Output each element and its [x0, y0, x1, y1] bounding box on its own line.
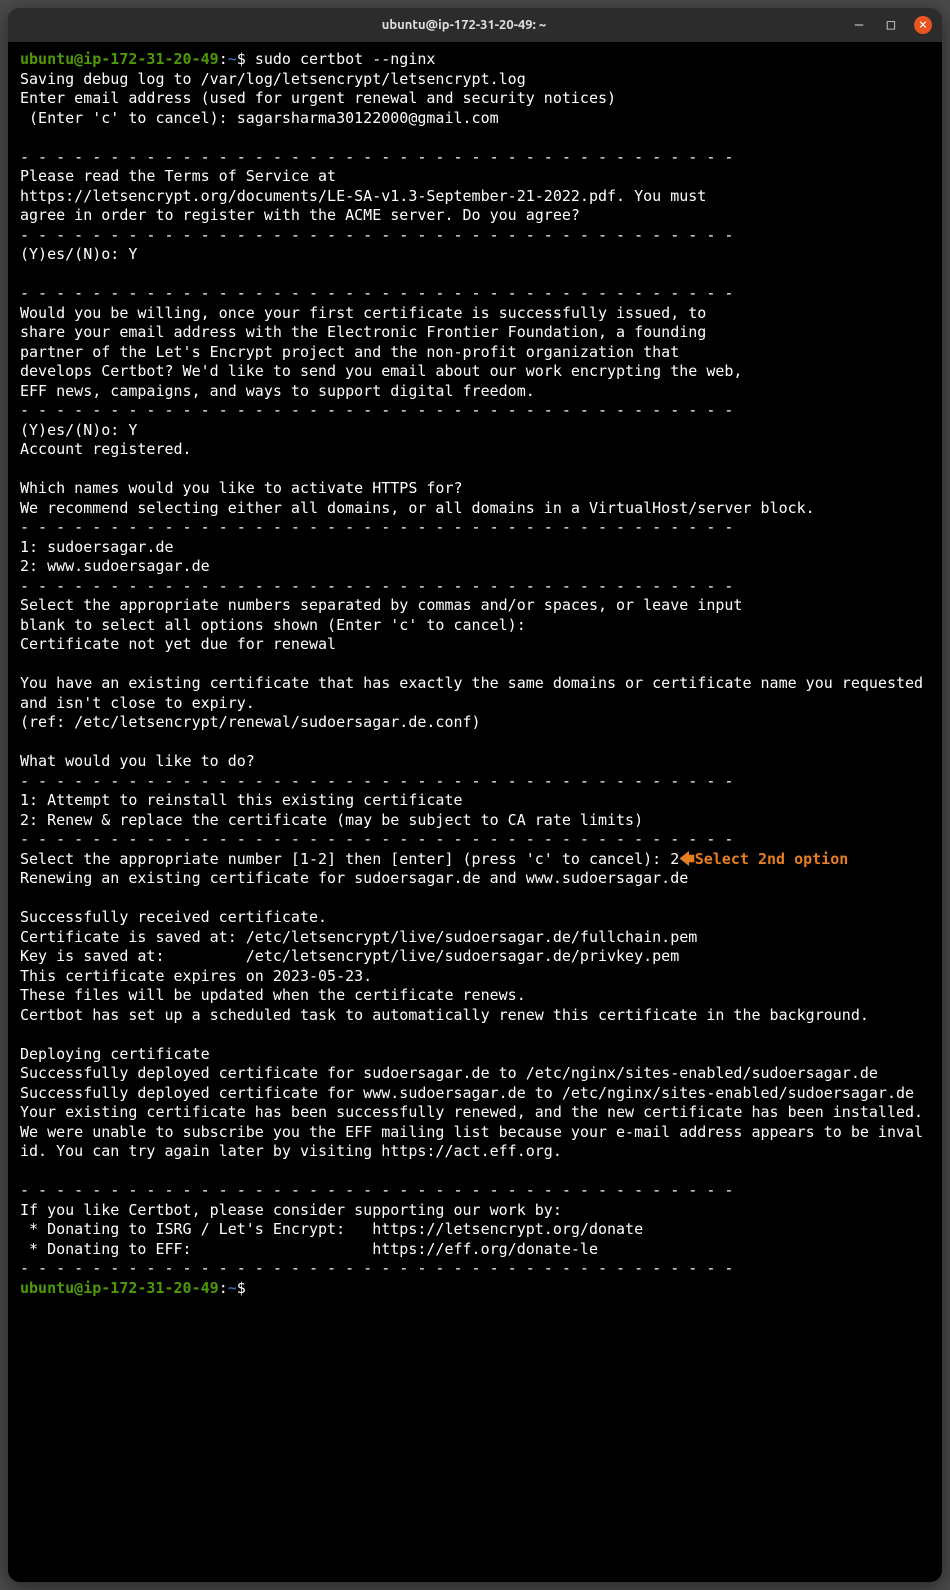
output-line: develops Certbot? We'd like to send you … — [20, 362, 930, 382]
output-line: blank to select all options shown (Enter… — [20, 616, 930, 636]
separator-line: - - - - - - - - - - - - - - - - - - - - … — [20, 830, 930, 850]
output-line: (Enter 'c' to cancel): sagarsharma301220… — [20, 109, 930, 129]
close-button[interactable]: × — [914, 16, 932, 34]
output-line: Select the appropriate numbers separated… — [20, 596, 930, 616]
separator-line: - - - - - - - - - - - - - - - - - - - - … — [20, 518, 930, 538]
output-line: Deploying certificate — [20, 1045, 930, 1065]
output-line: share your email address with the Electr… — [20, 323, 930, 343]
output-line: Would you be willing, once your first ce… — [20, 304, 930, 324]
output-line: If you like Certbot, please consider sup… — [20, 1201, 930, 1221]
output-line: Successfully deployed certificate for su… — [20, 1064, 930, 1084]
output-line: 1: Attempt to reinstall this existing ce… — [20, 791, 930, 811]
minimize-button[interactable]: – — [850, 16, 868, 34]
output-line: Certificate is saved at: /etc/letsencryp… — [20, 928, 930, 948]
output-line: Certificate not yet due for renewal — [20, 635, 930, 655]
separator-line: - - - - - - - - - - - - - - - - - - - - … — [20, 226, 930, 246]
output-line: Which names would you like to activate H… — [20, 479, 930, 499]
separator-line: - - - - - - - - - - - - - - - - - - - - … — [20, 772, 930, 792]
output-line: Please read the Terms of Service at — [20, 167, 930, 187]
prompt-colon: : — [219, 1279, 228, 1297]
separator-line: - - - - - - - - - - - - - - - - - - - - … — [20, 148, 930, 168]
output-line: Your existing certificate has been succe… — [20, 1103, 930, 1123]
output-line: Renewing an existing certificate for sud… — [20, 869, 930, 889]
output-line: https://letsencrypt.org/documents/LE-SA-… — [20, 187, 930, 207]
output-line: Successfully deployed certificate for ww… — [20, 1084, 930, 1104]
output-line: Certbot has set up a scheduled task to a… — [20, 1006, 930, 1026]
prompt-colon: : — [219, 50, 228, 68]
annotation-text: Select 2nd option — [695, 850, 849, 868]
command-text: sudo certbot --nginx — [255, 50, 436, 68]
output-line: Enter email address (used for urgent ren… — [20, 89, 930, 109]
prompt-path: ~ — [228, 1279, 237, 1297]
output-line: EFF news, campaigns, and ways to support… — [20, 382, 930, 402]
output-line: These files will be updated when the cer… — [20, 986, 930, 1006]
output-line: Key is saved at: /etc/letsencrypt/live/s… — [20, 947, 930, 967]
output-line: Account registered. — [20, 440, 930, 460]
output-line: 1: sudoersagar.de — [20, 538, 930, 558]
prompt-dollar: $ — [237, 50, 246, 68]
output-line: 2: www.sudoersagar.de — [20, 557, 930, 577]
terminal-body[interactable]: ubuntu@ip-172-31-20-49:~$ sudo certbot -… — [8, 42, 942, 1582]
output-line: 2: Renew & replace the certificate (may … — [20, 811, 930, 831]
titlebar: ubuntu@ip-172-31-20-49: ~ – □ × — [8, 8, 942, 42]
output-line: (Y)es/(N)o: Y — [20, 245, 930, 265]
output-line: (Y)es/(N)o: Y — [20, 421, 930, 441]
maximize-button[interactable]: □ — [882, 16, 900, 34]
output-line: agree in order to register with the ACME… — [20, 206, 930, 226]
output-line: Select the appropriate number [1-2] then… — [20, 850, 679, 868]
output-line: partner of the Let's Encrypt project and… — [20, 343, 930, 363]
output-line: This certificate expires on 2023-05-23. — [20, 967, 930, 987]
output-line: (ref: /etc/letsencrypt/renewal/sudoersag… — [20, 713, 930, 733]
prompt-user-host: ubuntu@ip-172-31-20-49 — [20, 50, 219, 68]
output-line: We recommend selecting either all domain… — [20, 499, 930, 519]
separator-line: - - - - - - - - - - - - - - - - - - - - … — [20, 577, 930, 597]
annotation-arrow: 🡄 — [679, 850, 695, 868]
prompt-user-host: ubuntu@ip-172-31-20-49 — [20, 1279, 219, 1297]
separator-line: - - - - - - - - - - - - - - - - - - - - … — [20, 401, 930, 421]
prompt-dollar: $ — [237, 1279, 246, 1297]
separator-line: - - - - - - - - - - - - - - - - - - - - … — [20, 1259, 930, 1279]
separator-line: - - - - - - - - - - - - - - - - - - - - … — [20, 284, 930, 304]
separator-line: - - - - - - - - - - - - - - - - - - - - … — [20, 1181, 930, 1201]
output-line: Saving debug log to /var/log/letsencrypt… — [20, 70, 930, 90]
output-line: We were unable to subscribe you the EFF … — [20, 1123, 930, 1162]
terminal-window: ubuntu@ip-172-31-20-49: ~ – □ × ubuntu@i… — [8, 8, 942, 1582]
window-controls: – □ × — [850, 16, 932, 34]
output-line: You have an existing certificate that ha… — [20, 674, 930, 713]
window-title: ubuntu@ip-172-31-20-49: ~ — [78, 18, 850, 32]
prompt-path: ~ — [228, 50, 237, 68]
output-line: * Donating to EFF: https://eff.org/donat… — [20, 1240, 930, 1260]
output-line: What would you like to do? — [20, 752, 930, 772]
output-line: Successfully received certificate. — [20, 908, 930, 928]
output-line: * Donating to ISRG / Let's Encrypt: http… — [20, 1220, 930, 1240]
